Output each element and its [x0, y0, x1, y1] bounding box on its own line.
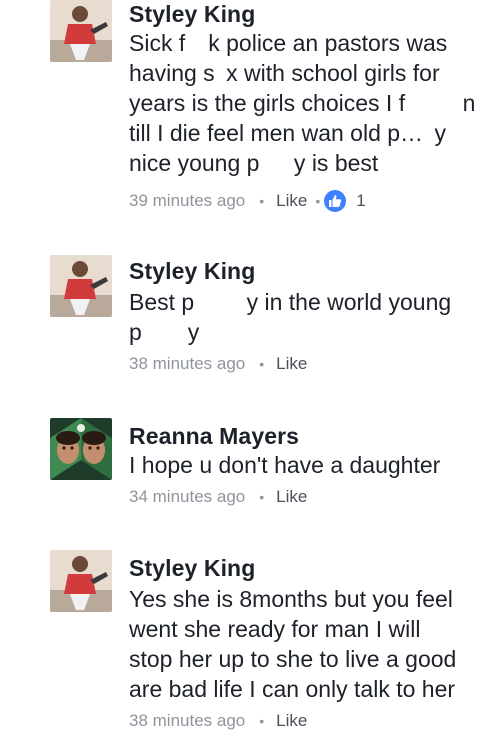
separator-dot: •: [259, 489, 265, 505]
avatar[interactable]: [50, 0, 112, 62]
comment-timestamp[interactable]: 34 minutes ago: [129, 486, 245, 508]
comment-author[interactable]: Styley King: [129, 257, 255, 285]
comment-text-line: Sick f k police an pastors was: [129, 30, 448, 56]
separator-dot: •: [259, 193, 265, 209]
comment-text-line: Yes she is 8months but you feel: [129, 586, 453, 612]
comment-text-line: went she ready for man I will: [129, 616, 421, 642]
comment-meta: 38 minutes ago • Like: [129, 710, 307, 732]
comment-meta: 39 minutes ago • Like • 1: [129, 190, 366, 212]
avatar-image: [50, 418, 112, 480]
separator-dot: •: [315, 193, 321, 209]
comment-text-line: p y: [129, 319, 200, 345]
comment-text-line: stop her up to she to live a good: [129, 646, 457, 672]
separator-dot: •: [259, 356, 265, 372]
like-button[interactable]: Like: [276, 353, 307, 375]
comment-text-line: having s x with school girls for: [129, 60, 440, 86]
reaction-count[interactable]: 1: [356, 190, 365, 212]
like-button[interactable]: Like: [276, 710, 307, 732]
comment-timestamp[interactable]: 38 minutes ago: [129, 353, 245, 375]
like-button[interactable]: Like: [276, 190, 307, 212]
comment-timestamp[interactable]: 38 minutes ago: [129, 710, 245, 732]
separator-dot: •: [259, 713, 265, 729]
comment-meta: 34 minutes ago • Like: [129, 486, 307, 508]
avatar[interactable]: [50, 255, 112, 317]
comment-text-line: nice young p y is best: [129, 150, 379, 176]
comment-text: Sick f k police an pastors was having s …: [129, 28, 489, 178]
comment-text: I hope u don't have a daughter: [129, 450, 489, 480]
comment-author[interactable]: Styley King: [129, 554, 255, 582]
comment-text-line: till I die feel men wan old p… y: [129, 120, 447, 146]
comment-text: Best p y in the world young p y: [129, 287, 489, 347]
avatar-image: [50, 0, 112, 62]
avatar[interactable]: [50, 418, 112, 480]
avatar[interactable]: [50, 550, 112, 612]
comment-text-line: I hope u don't have a daughter: [129, 452, 441, 478]
comment-meta: 38 minutes ago • Like: [129, 353, 307, 375]
comment-timestamp[interactable]: 39 minutes ago: [129, 190, 245, 212]
like-button[interactable]: Like: [276, 486, 307, 508]
comment-text-line: Best p y in the world young: [129, 289, 452, 315]
avatar-image: [50, 550, 112, 612]
comment-author[interactable]: Reanna Mayers: [129, 422, 299, 450]
comment-author[interactable]: Styley King: [129, 0, 255, 28]
avatar-image: [50, 255, 112, 317]
comment-text: Yes she is 8months but you feel went she…: [129, 584, 489, 704]
comment-text-line: years is the girls choices I f n: [129, 90, 476, 116]
thumbs-up-icon[interactable]: [324, 190, 347, 212]
comment-text-line: are bad life I can only talk to her: [129, 676, 456, 702]
